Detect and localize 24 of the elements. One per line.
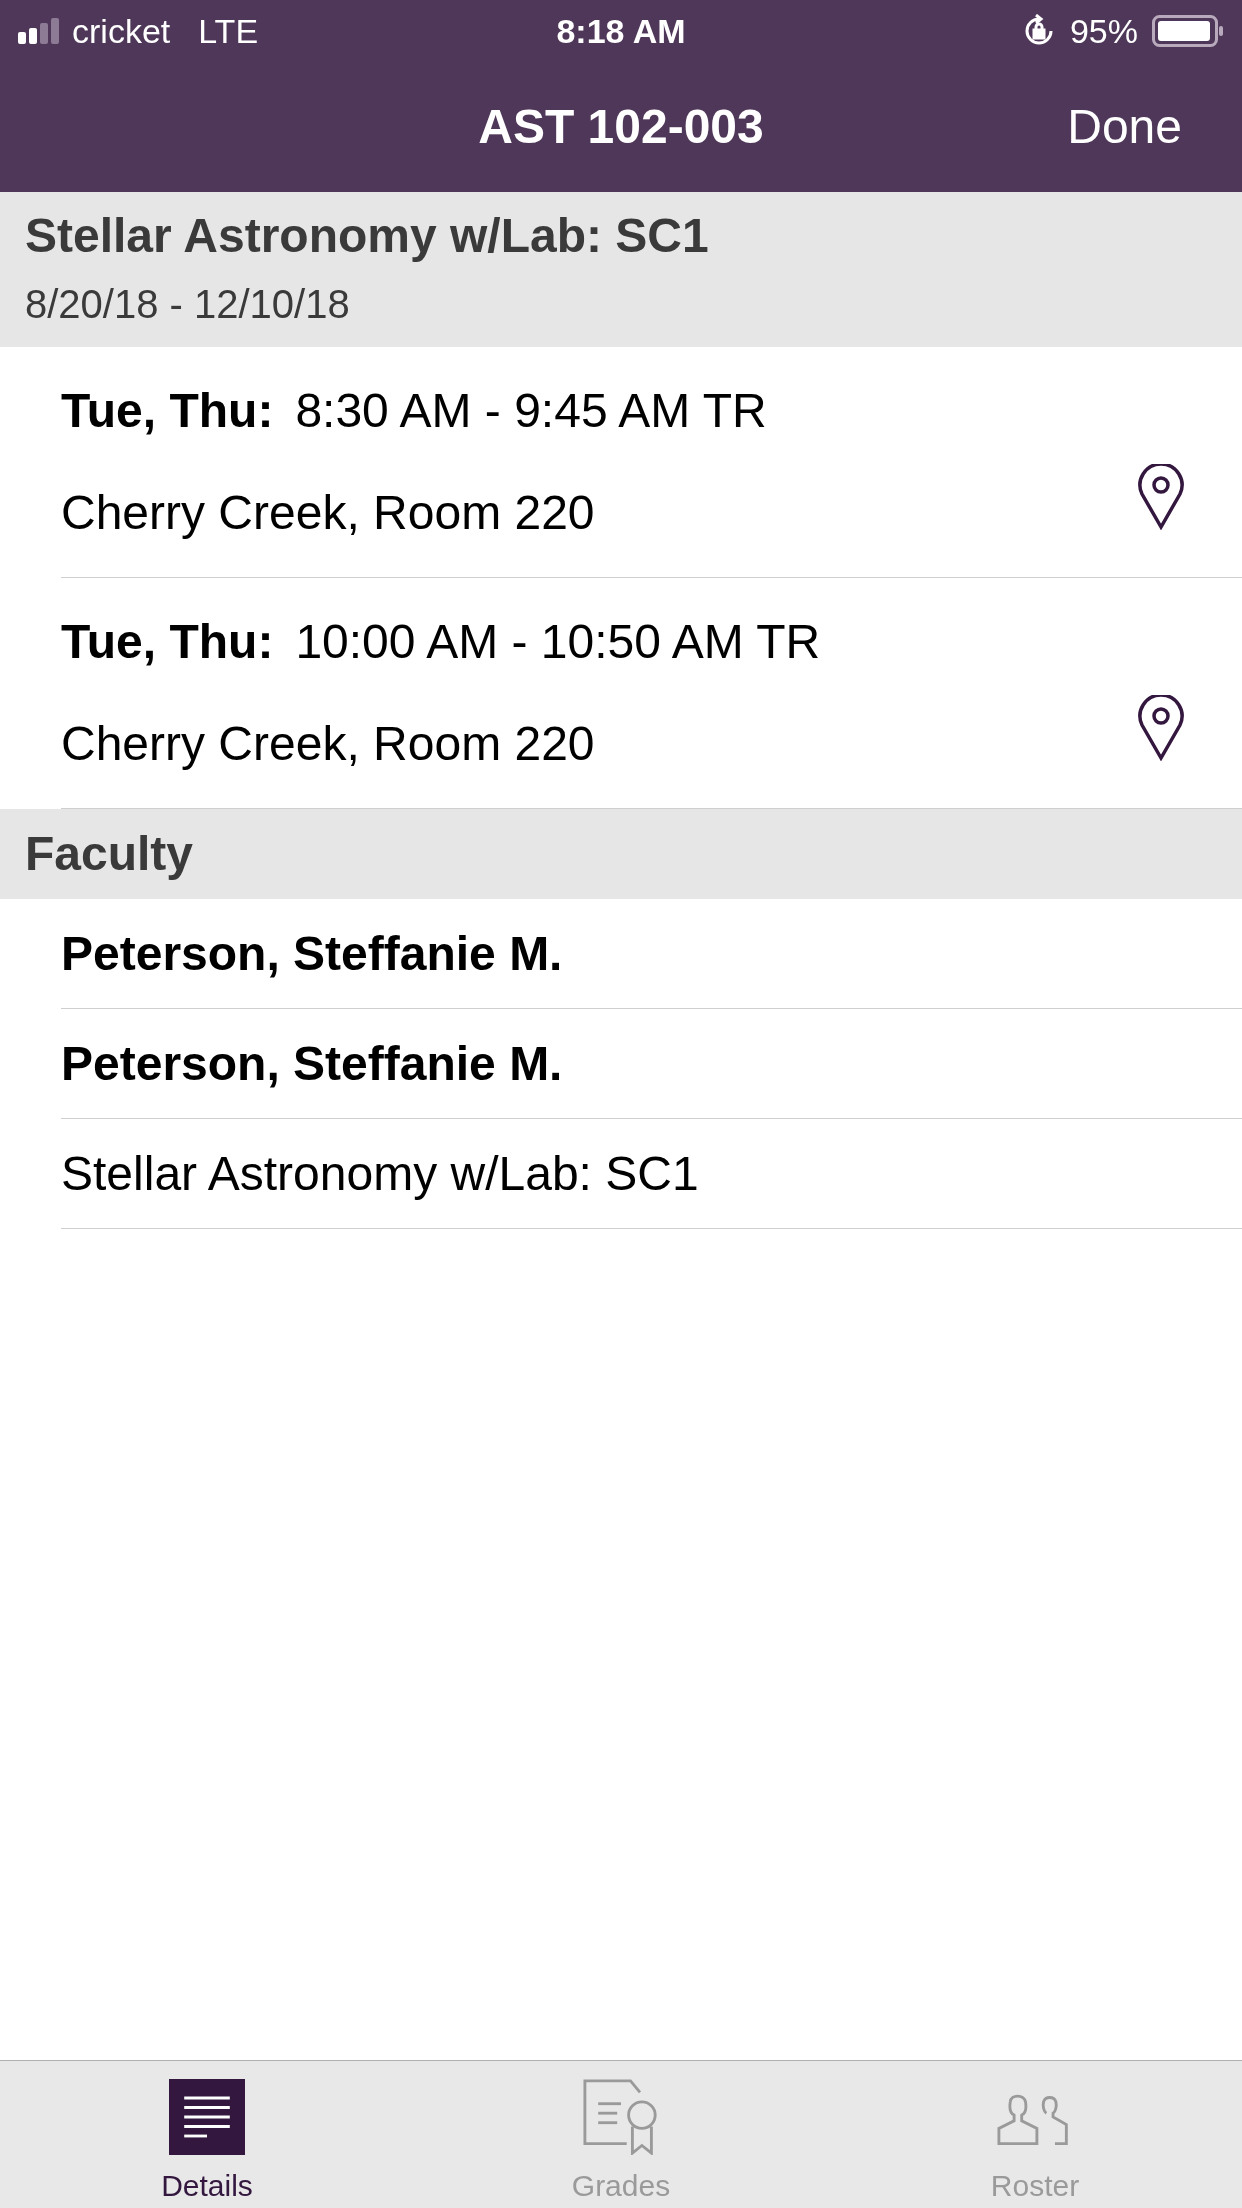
battery-percent: 95%	[1069, 10, 1138, 52]
faculty-name: Peterson, Steffanie M.	[61, 925, 563, 982]
meeting-time: 10:00 AM - 10:50 AM TR	[295, 614, 821, 670]
screen-title: AST 102-003	[478, 99, 764, 155]
course-title: Stellar Astronomy w/Lab: SC1	[25, 207, 710, 264]
meeting-location: Cherry Creek, Room 220	[61, 485, 596, 541]
location-pin-icon[interactable]	[1138, 464, 1184, 530]
tab[interactable]: Details	[0, 2061, 414, 2208]
meeting-time: 8:30 AM - 9:45 AM TR	[295, 383, 767, 439]
network-type: LTE	[198, 10, 259, 52]
document-lines-icon	[167, 2079, 247, 2155]
meeting-location: Cherry Creek, Room 220	[61, 716, 596, 772]
meeting-days: Tue, Thu:	[61, 375, 274, 447]
course-dates: 8/20/18 - 12/10/18	[25, 280, 351, 328]
section-heading: Faculty	[25, 826, 194, 882]
signal-icon	[18, 18, 62, 44]
clock: 8:18 AM	[556, 10, 686, 52]
done-button[interactable]: Done	[1067, 91, 1182, 163]
course-name: Stellar Astronomy w/Lab: SC1	[61, 1145, 699, 1202]
meeting-days: Tue, Thu:	[61, 606, 274, 678]
battery-icon	[1152, 15, 1224, 47]
faculty-name: Peterson, Steffanie M.	[61, 1035, 563, 1092]
carrier-name: cricket	[72, 10, 171, 52]
location-pin-icon[interactable]	[1138, 695, 1184, 761]
